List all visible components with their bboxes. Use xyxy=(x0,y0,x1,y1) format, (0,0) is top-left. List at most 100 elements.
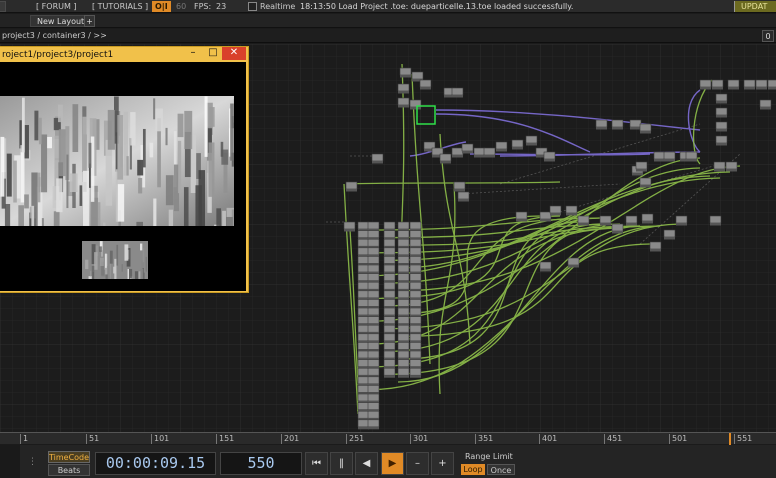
network-node[interactable] xyxy=(397,333,410,344)
network-node[interactable] xyxy=(397,256,410,266)
network-node[interactable] xyxy=(357,290,370,301)
network-node[interactable] xyxy=(409,333,422,344)
network-node[interactable] xyxy=(397,299,410,309)
network-node[interactable] xyxy=(409,281,422,292)
network-node[interactable] xyxy=(409,316,422,327)
network-node[interactable] xyxy=(357,393,370,404)
loop-button[interactable]: Loop xyxy=(461,464,485,475)
network-node[interactable] xyxy=(367,316,380,327)
network-node[interactable] xyxy=(409,247,422,258)
network-node[interactable] xyxy=(357,238,370,249)
network-node[interactable] xyxy=(371,153,384,164)
network-node[interactable] xyxy=(383,350,396,361)
network-node[interactable] xyxy=(397,230,410,241)
network-node[interactable] xyxy=(367,221,380,232)
add-layout-button[interactable]: + xyxy=(84,15,95,27)
network-node[interactable] xyxy=(367,410,380,421)
timeline-ruler[interactable]: 1 51 101 151 201 251 301 351 401 451 501… xyxy=(0,432,776,445)
network-node[interactable] xyxy=(383,307,396,318)
forum-link[interactable]: [ FORUM ] xyxy=(36,1,77,12)
network-node[interactable] xyxy=(383,324,396,335)
network-node[interactable] xyxy=(383,316,396,327)
network-node[interactable] xyxy=(367,342,380,352)
network-node[interactable] xyxy=(715,135,728,146)
network-node[interactable] xyxy=(357,221,370,232)
realtime-checkbox[interactable] xyxy=(248,2,257,11)
network-node[interactable] xyxy=(461,143,474,154)
network-node[interactable] xyxy=(357,324,370,335)
network-node[interactable] xyxy=(397,83,410,94)
network-node[interactable] xyxy=(357,333,370,344)
step-minus-button[interactable]: – xyxy=(406,452,429,475)
network-node[interactable] xyxy=(611,119,624,130)
network-node[interactable] xyxy=(409,221,422,232)
network-node[interactable] xyxy=(725,161,738,172)
playhead-marker[interactable] xyxy=(729,433,731,445)
network-node[interactable] xyxy=(629,119,642,130)
network-node[interactable] xyxy=(383,333,396,344)
network-node[interactable] xyxy=(409,256,422,266)
network-node[interactable] xyxy=(409,307,422,318)
network-node[interactable] xyxy=(367,324,380,335)
step-back-button[interactable]: ◀ xyxy=(355,452,378,475)
network-node[interactable] xyxy=(367,256,380,266)
network-node[interactable] xyxy=(409,238,422,249)
network-node[interactable] xyxy=(767,79,776,90)
network-node[interactable] xyxy=(367,376,380,387)
network-node[interactable] xyxy=(713,161,726,172)
network-node[interactable] xyxy=(367,299,380,309)
network-node[interactable] xyxy=(595,119,608,130)
network-node[interactable] xyxy=(397,367,410,378)
network-node[interactable] xyxy=(367,333,380,344)
network-node[interactable] xyxy=(625,215,638,226)
beats-button[interactable]: Beats xyxy=(48,464,90,476)
network-node[interactable] xyxy=(367,393,380,404)
network-node[interactable] xyxy=(727,79,740,90)
network-node[interactable] xyxy=(357,359,370,370)
network-node[interactable] xyxy=(383,264,396,275)
drag-handle-icon[interactable]: ⋮ xyxy=(28,457,37,467)
network-node[interactable] xyxy=(357,264,370,275)
network-node[interactable] xyxy=(397,324,410,335)
rewind-button[interactable]: ⏮ xyxy=(305,452,328,475)
network-node[interactable] xyxy=(357,273,370,284)
network-node[interactable] xyxy=(539,261,552,272)
network-node[interactable] xyxy=(343,221,356,232)
network-node[interactable] xyxy=(357,256,370,266)
network-node[interactable] xyxy=(397,359,410,370)
timecode-display[interactable]: 00:00:09.15 xyxy=(95,452,216,475)
floating-viewer-window[interactable]: roject1/project3/project1 – □ ✕ xyxy=(0,46,249,293)
network-node[interactable] xyxy=(367,281,380,292)
network-node[interactable] xyxy=(397,281,410,292)
network-node[interactable] xyxy=(409,359,422,370)
network-node[interactable] xyxy=(367,367,380,378)
network-node[interactable] xyxy=(397,238,410,249)
network-node[interactable] xyxy=(525,135,538,146)
network-node[interactable] xyxy=(357,247,370,258)
network-node[interactable] xyxy=(759,99,772,110)
network-node[interactable] xyxy=(397,350,410,361)
network-node[interactable] xyxy=(397,273,410,284)
path-level-button[interactable]: 0 xyxy=(762,30,774,42)
network-node[interactable] xyxy=(367,359,380,370)
network-node[interactable] xyxy=(743,79,756,90)
timecode-button[interactable]: TimeCode xyxy=(48,451,90,463)
network-node[interactable] xyxy=(639,177,652,188)
network-node[interactable] xyxy=(357,410,370,421)
network-node[interactable] xyxy=(383,238,396,249)
network-node[interactable] xyxy=(367,238,380,249)
network-node[interactable] xyxy=(383,221,396,232)
network-node[interactable] xyxy=(715,93,728,104)
network-path[interactable]: project3 / container3 / >> xyxy=(2,30,107,42)
network-node[interactable] xyxy=(453,181,466,192)
network-node[interactable] xyxy=(367,402,380,413)
network-node[interactable] xyxy=(495,141,508,152)
network-node[interactable] xyxy=(383,273,396,284)
network-node[interactable] xyxy=(367,230,380,241)
network-node[interactable] xyxy=(367,273,380,284)
network-node[interactable] xyxy=(383,281,396,292)
network-node[interactable] xyxy=(357,299,370,309)
minimize-button[interactable]: – xyxy=(184,47,202,60)
network-node[interactable] xyxy=(345,181,358,192)
network-node[interactable] xyxy=(397,290,410,301)
